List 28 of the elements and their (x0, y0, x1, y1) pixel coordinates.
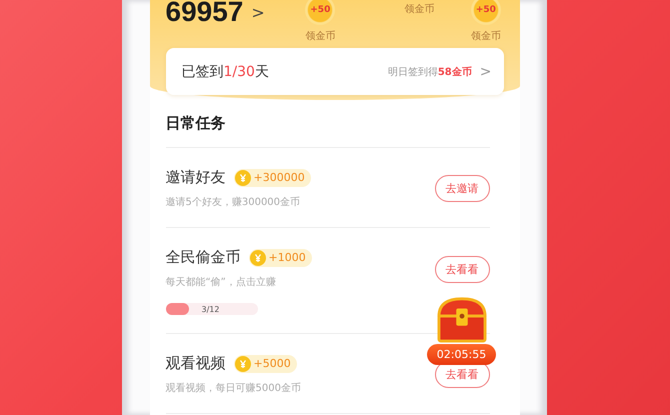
coin-label: 领金币 (404, 2, 435, 16)
task-title: 邀请好友 (166, 168, 226, 187)
task-description: 观看视频，每日可赚5000金币 (166, 382, 302, 395)
coin-icon (234, 356, 250, 372)
task-description: 邀请5个好友，赚300000金币 (166, 196, 302, 209)
coin-label: 领金币 (305, 30, 336, 43)
section-title: 日常任务 (166, 114, 490, 148)
signin-card[interactable]: 已签到1/30天 明日签到得58金币 > (166, 48, 504, 95)
task-button[interactable]: 去邀请 (434, 175, 490, 202)
coin-icon (234, 170, 250, 186)
chevron-text[interactable]: > (251, 2, 265, 22)
countdown-timer: 02:05:55 (426, 344, 496, 365)
coin-button[interactable]: +50 (470, 0, 501, 25)
reward-badge: +1000 (248, 248, 312, 266)
reward-badge: +300000 (234, 168, 311, 186)
reward-badge: +5000 (234, 354, 297, 372)
progress-text: 3/12 (202, 304, 220, 314)
coin-icon (250, 250, 266, 266)
signin-status: 已签到1/30天 (182, 62, 269, 80)
chevron-text: > (480, 64, 492, 80)
signin-reward: 明日签到得58金币 (388, 66, 472, 78)
task-title: 观看视频 (166, 354, 226, 373)
task-title: 全民偷金币 (166, 248, 240, 267)
coin-button[interactable]: +50 (305, 0, 336, 25)
task-button[interactable]: 去看看 (434, 256, 490, 283)
coin-balance: 69957 (166, 0, 244, 28)
task-description: 每天都能“偷”，点击立赚 (166, 276, 277, 289)
coin-label: 领金币 (470, 30, 501, 43)
